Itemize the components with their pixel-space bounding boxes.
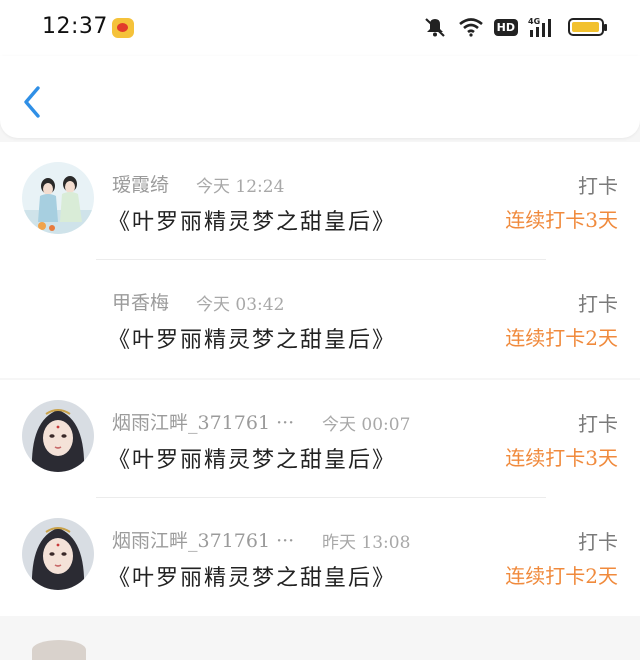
checkin-label: 打卡 [578,174,618,198]
book-title[interactable]: 《叶罗丽精灵梦之甜皇后》 [108,204,396,236]
avatar[interactable] [22,400,94,472]
streak-label: 连续打卡2天 [505,564,618,588]
streak-label: 连续打卡2天 [505,326,618,350]
username[interactable]: 甲香梅 [112,288,169,315]
username[interactable]: 瑷霞绮 [112,170,169,197]
avatar[interactable] [22,162,94,234]
avatar[interactable] [32,640,86,660]
list-item[interactable]: 甲香梅 今天 03:42 《叶罗丽精灵梦之甜皇后》 打卡 连续打卡2天 [0,260,640,378]
battery-icon [568,18,607,36]
hd-icon: HD [493,18,518,36]
avatar[interactable] [22,518,94,590]
back-button[interactable] [18,82,50,122]
weibo-icon [112,18,134,38]
checkin-label: 打卡 [578,292,618,316]
timestamp: 今天 00:07 [322,415,411,435]
username[interactable]: 烟雨江畔_371761 ··· [112,408,294,435]
battery-level [572,22,599,32]
chevron-left-icon [24,86,40,118]
signal-icon: 4G [528,16,558,38]
timestamp: 今天 03:42 [196,295,285,315]
list-item[interactable]: 烟雨江畔_371761 ··· 昨天 13:08 《叶罗丽精灵梦之甜皇后》 打卡… [0,498,640,616]
list-item[interactable]: 烟雨江畔_371761 ··· 今天 00:07 《叶罗丽精灵梦之甜皇后》 打卡… [0,380,640,498]
mute-icon [422,16,448,38]
svg-text:4G: 4G [528,17,540,26]
list-item[interactable]: 瑷霞绮 今天 12:24 《叶罗丽精灵梦之甜皇后》 打卡 连续打卡3天 [0,142,640,260]
status-bar: 12:37 HD 4G [0,0,640,56]
wifi-icon [458,17,484,37]
nav-bar [0,56,640,138]
book-title[interactable]: 《叶罗丽精灵梦之甜皇后》 [108,560,396,592]
checkin-label: 打卡 [578,412,618,436]
timestamp: 昨天 13:08 [322,533,411,553]
book-title[interactable]: 《叶罗丽精灵梦之甜皇后》 [108,322,396,354]
streak-label: 连续打卡3天 [505,208,618,232]
streak-label: 连续打卡3天 [505,446,618,470]
username[interactable]: 烟雨江畔_371761 ··· [112,526,294,553]
timestamp: 今天 12:24 [196,177,285,197]
status-time: 12:37 [42,14,108,39]
checkin-list: 瑷霞绮 今天 12:24 《叶罗丽精灵梦之甜皇后》 打卡 连续打卡3天 甲香梅 … [0,142,640,618]
status-icons: HD 4G [422,16,607,38]
checkin-label: 打卡 [578,530,618,554]
book-title[interactable]: 《叶罗丽精灵梦之甜皇后》 [108,442,396,474]
